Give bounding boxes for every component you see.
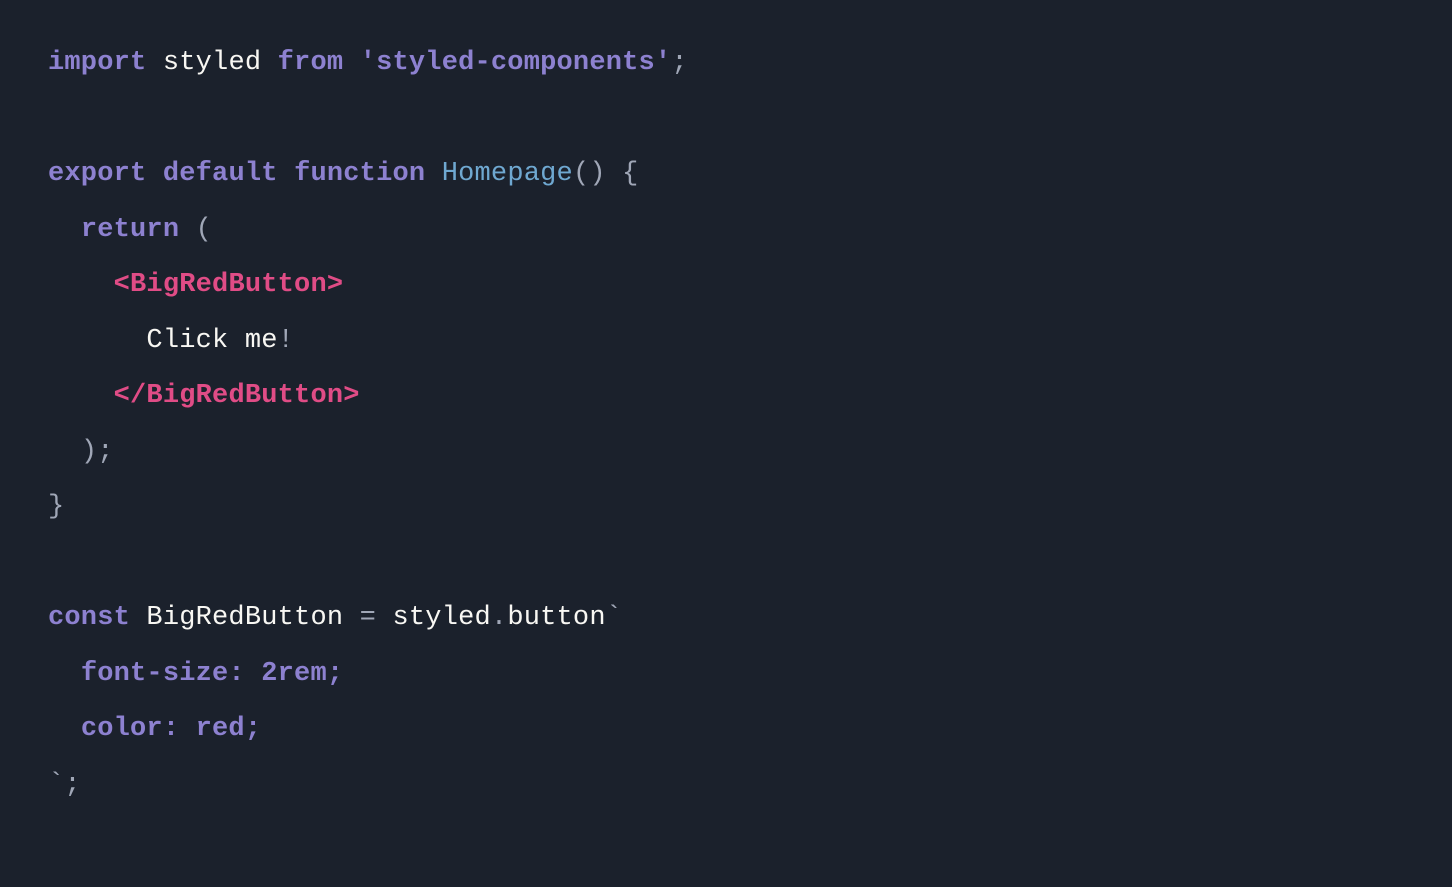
- jsx-text: Click me: [146, 326, 277, 356]
- backtick-close: `: [48, 770, 64, 800]
- line-5: <BigRedButton>: [48, 270, 343, 300]
- jsx-tag-close: </BigRedButton>: [114, 381, 360, 411]
- line-8: );: [48, 437, 114, 467]
- line-12: font-size: 2rem;: [48, 659, 343, 689]
- brace-close: }: [48, 492, 64, 522]
- function-name: Homepage: [442, 159, 573, 189]
- string-package: 'styled-components': [360, 48, 672, 78]
- keyword-from: from: [278, 48, 344, 78]
- jsx-text-excl: !: [278, 326, 294, 356]
- line-14: `;: [48, 770, 81, 800]
- keyword-default: default: [163, 159, 278, 189]
- line-7: </BigRedButton>: [48, 381, 360, 411]
- paren-close: ): [81, 437, 97, 467]
- line-3: export default function Homepage() {: [48, 159, 639, 189]
- line-1: import styled from 'styled-components';: [48, 48, 688, 78]
- brace-open: {: [622, 159, 638, 189]
- line-13: color: red;: [48, 714, 261, 744]
- equals: =: [343, 603, 392, 633]
- css-font-size: font-size: 2rem;: [81, 659, 343, 689]
- semicolon: ;: [64, 770, 80, 800]
- identifier-styled: styled: [163, 48, 261, 78]
- keyword-export: export: [48, 159, 146, 189]
- keyword-return: return: [81, 215, 179, 245]
- identifier-button: button: [507, 603, 605, 633]
- keyword-function: function: [294, 159, 425, 189]
- keyword-const: const: [48, 603, 130, 633]
- parens: (): [573, 159, 606, 189]
- semicolon: ;: [97, 437, 113, 467]
- css-color: color: red;: [81, 714, 261, 744]
- code-block: import styled from 'styled-components'; …: [0, 0, 1452, 849]
- line-11: const BigRedButton = styled.button`: [48, 603, 622, 633]
- semicolon: ;: [671, 48, 687, 78]
- identifier-bigredbutton: BigRedButton: [146, 603, 343, 633]
- keyword-import: import: [48, 48, 146, 78]
- jsx-tag-open: <BigRedButton>: [114, 270, 344, 300]
- backtick-open: `: [606, 603, 622, 633]
- dot: .: [491, 603, 507, 633]
- line-6: Click me!: [48, 326, 294, 356]
- line-9: }: [48, 492, 64, 522]
- line-4: return (: [48, 215, 212, 245]
- paren-open: (: [196, 215, 212, 245]
- identifier-styled2: styled: [392, 603, 490, 633]
